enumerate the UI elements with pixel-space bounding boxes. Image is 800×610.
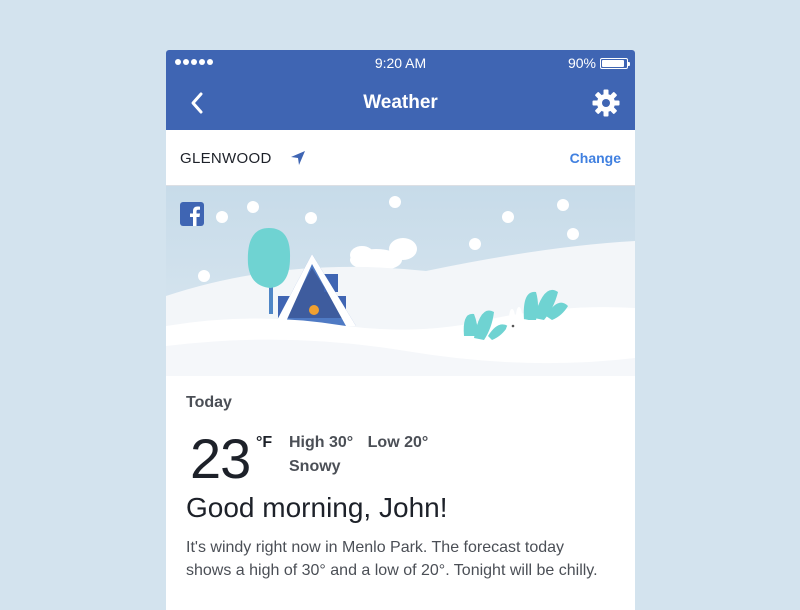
temperature-value: 23 [190, 427, 251, 490]
gear-icon [592, 89, 620, 117]
battery-status: 90% [567, 55, 630, 71]
phone-screen: 9:20 AM 90% Weather GLENWOOD Change Toda… [166, 50, 635, 610]
location-arrow-icon [291, 151, 305, 165]
greeting-heading: Good morning, John! [186, 492, 448, 523]
high-low: High 30° Low 20° [289, 434, 428, 452]
status-bar: 9:20 AM 90% [166, 50, 635, 76]
settings-button[interactable] [591, 88, 621, 118]
nav-bar: Weather [166, 76, 635, 130]
change-location-link[interactable]: Change [570, 150, 621, 166]
temperature-unit: °F [256, 434, 273, 451]
location-name: GLENWOOD [180, 150, 272, 167]
high-temp: High 30° [289, 434, 354, 451]
weather-illustration [166, 186, 635, 376]
status-time: 9:20 AM [374, 55, 427, 71]
forecast-text: It's windy right now in Menlo Park. The … [186, 539, 598, 579]
facebook-icon [180, 202, 204, 226]
location-bar: GLENWOOD Change [166, 130, 635, 186]
battery-percent: 90% [567, 55, 596, 71]
battery-icon [600, 57, 630, 69]
page-title: Weather [363, 92, 438, 113]
day-label: Today [186, 394, 232, 411]
weather-condition: Snowy [289, 458, 341, 475]
low-temp: Low 20° [367, 434, 429, 451]
